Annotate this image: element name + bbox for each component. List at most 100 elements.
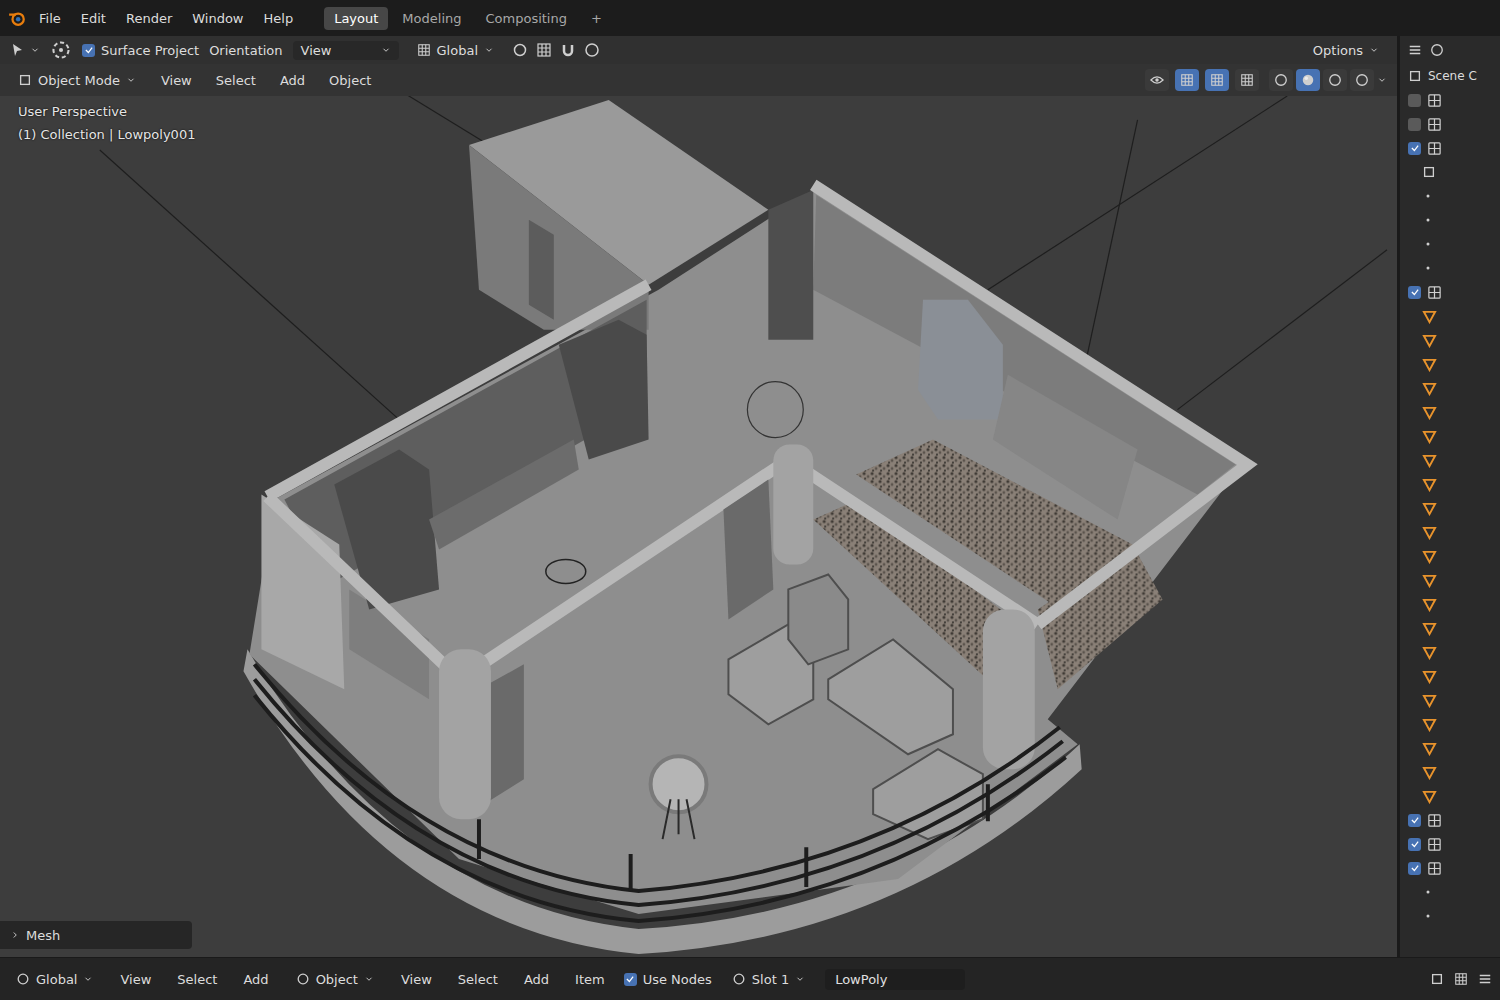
workspace-tab[interactable]: Modeling: [392, 7, 471, 30]
outliner-row[interactable]: [1400, 448, 1500, 472]
outliner-checkbox[interactable]: [1408, 94, 1421, 107]
overlay-toggle[interactable]: [1205, 69, 1229, 91]
shading-button[interactable]: [1296, 69, 1320, 91]
status-menu[interactable]: Item: [568, 970, 612, 989]
workspace-tab[interactable]: Layout: [324, 7, 388, 30]
last-operator-panel[interactable]: Mesh: [0, 921, 192, 949]
outliner-row[interactable]: [1400, 112, 1500, 136]
add-workspace-button[interactable]: +: [581, 7, 612, 30]
outliner-row[interactable]: [1400, 280, 1500, 304]
header-menu[interactable]: Object: [322, 71, 378, 90]
status-menu[interactable]: View: [394, 970, 439, 989]
overlay-toggle[interactable]: [1145, 69, 1169, 91]
outliner-row[interactable]: [1400, 424, 1500, 448]
outliner-checkbox[interactable]: [1408, 118, 1421, 131]
object-cone-icon: [1422, 765, 1437, 780]
options-dropdown[interactable]: Options: [1305, 41, 1387, 60]
status-menu[interactable]: Select: [170, 970, 224, 989]
outliner-row[interactable]: [1400, 616, 1500, 640]
wall-top: [267, 185, 1247, 679]
status-menu[interactable]: Select: [451, 970, 505, 989]
outliner-row[interactable]: [1400, 304, 1500, 328]
railing: [254, 679, 1062, 905]
outliner-row[interactable]: [1400, 808, 1500, 832]
outliner-row[interactable]: [1400, 472, 1500, 496]
view-dropdown[interactable]: View: [293, 41, 399, 60]
outliner-row[interactable]: [1400, 136, 1500, 160]
menu-item[interactable]: Render: [119, 9, 179, 28]
outliner-row[interactable]: [1400, 160, 1500, 184]
outliner-row[interactable]: [1400, 568, 1500, 592]
status-menu[interactable]: Add: [236, 970, 275, 989]
outliner-checkbox[interactable]: [1408, 286, 1421, 299]
empty-icon: [1422, 262, 1434, 274]
snap-label: Surface Project: [101, 43, 199, 58]
scene-model[interactable]: [0, 96, 1397, 957]
shading-button[interactable]: [1269, 69, 1293, 91]
outliner-scene-row[interactable]: Scene C: [1400, 64, 1500, 88]
mesh-icon: [1422, 165, 1436, 179]
outliner-row[interactable]: [1400, 880, 1500, 904]
menu-item[interactable]: Window: [185, 9, 250, 28]
outliner-checkbox[interactable]: [1408, 814, 1421, 827]
outliner-row[interactable]: [1400, 760, 1500, 784]
outliner-row[interactable]: [1400, 88, 1500, 112]
outliner-row[interactable]: [1400, 376, 1500, 400]
empty-icon: [1422, 886, 1434, 898]
header-menu[interactable]: Select: [209, 71, 263, 90]
overlay-toggle[interactable]: [1235, 69, 1259, 91]
outliner-checkbox[interactable]: [1408, 142, 1421, 155]
outliner-row[interactable]: [1400, 328, 1500, 352]
status-menu[interactable]: Add: [517, 970, 556, 989]
status-menu[interactable]: View: [113, 970, 158, 989]
outliner-row[interactable]: [1400, 208, 1500, 232]
outliner-row[interactable]: [1400, 688, 1500, 712]
grid-icon: [536, 42, 552, 58]
outliner-row[interactable]: [1400, 592, 1500, 616]
material-field[interactable]: LowPoly: [825, 969, 965, 990]
status-dropdown[interactable]: Object: [288, 970, 382, 989]
overlay-toggle[interactable]: [1175, 69, 1199, 91]
pin-icon: [1430, 972, 1444, 986]
outliner-row[interactable]: [1400, 184, 1500, 208]
menu-item[interactable]: File: [32, 9, 68, 28]
outliner-row[interactable]: [1400, 400, 1500, 424]
transform-dropdown[interactable]: Global: [409, 41, 502, 60]
outliner-checkbox[interactable]: [1408, 862, 1421, 875]
outliner-row[interactable]: [1400, 664, 1500, 688]
use-nodes-checkbox[interactable]: [624, 973, 637, 986]
3d-viewport[interactable]: User Perspective(1) Collection | Lowpoly…: [0, 96, 1397, 957]
status-dropdown[interactable]: Global: [8, 970, 101, 989]
shading-button[interactable]: [1350, 69, 1374, 91]
status-dropdown[interactable]: Slot 1: [724, 970, 813, 989]
orientation-label[interactable]: Orientation: [209, 43, 282, 58]
mode-dropdown[interactable]: Object Mode: [10, 71, 144, 90]
snap-checkbox[interactable]: [82, 44, 95, 57]
outliner-row[interactable]: [1400, 832, 1500, 856]
outliner-row[interactable]: [1400, 232, 1500, 256]
header-menu[interactable]: View: [154, 71, 199, 90]
outliner-row[interactable]: [1400, 736, 1500, 760]
dropdown-icon: [126, 75, 136, 85]
workspace-tab[interactable]: Compositing: [475, 7, 577, 30]
header-menu[interactable]: Add: [273, 71, 312, 90]
outliner-row[interactable]: [1400, 352, 1500, 376]
shading-button[interactable]: [1323, 69, 1347, 91]
status-icon: [732, 972, 746, 986]
outliner-row[interactable]: [1400, 256, 1500, 280]
menu-item[interactable]: Help: [257, 9, 301, 28]
outliner-row[interactable]: [1400, 544, 1500, 568]
outliner-row[interactable]: [1400, 496, 1500, 520]
shading-icon: [1301, 73, 1315, 87]
outliner-row[interactable]: [1400, 712, 1500, 736]
outliner-checkbox[interactable]: [1408, 838, 1421, 851]
object-cone-icon: [1422, 741, 1437, 756]
dropdown-icon: [381, 45, 391, 55]
menu-item[interactable]: Edit: [74, 9, 113, 28]
outliner-row[interactable]: [1400, 640, 1500, 664]
light-line: [100, 150, 399, 420]
outliner-row[interactable]: [1400, 520, 1500, 544]
outliner-row[interactable]: [1400, 856, 1500, 880]
outliner-row[interactable]: [1400, 904, 1500, 928]
outliner-row[interactable]: [1400, 784, 1500, 808]
